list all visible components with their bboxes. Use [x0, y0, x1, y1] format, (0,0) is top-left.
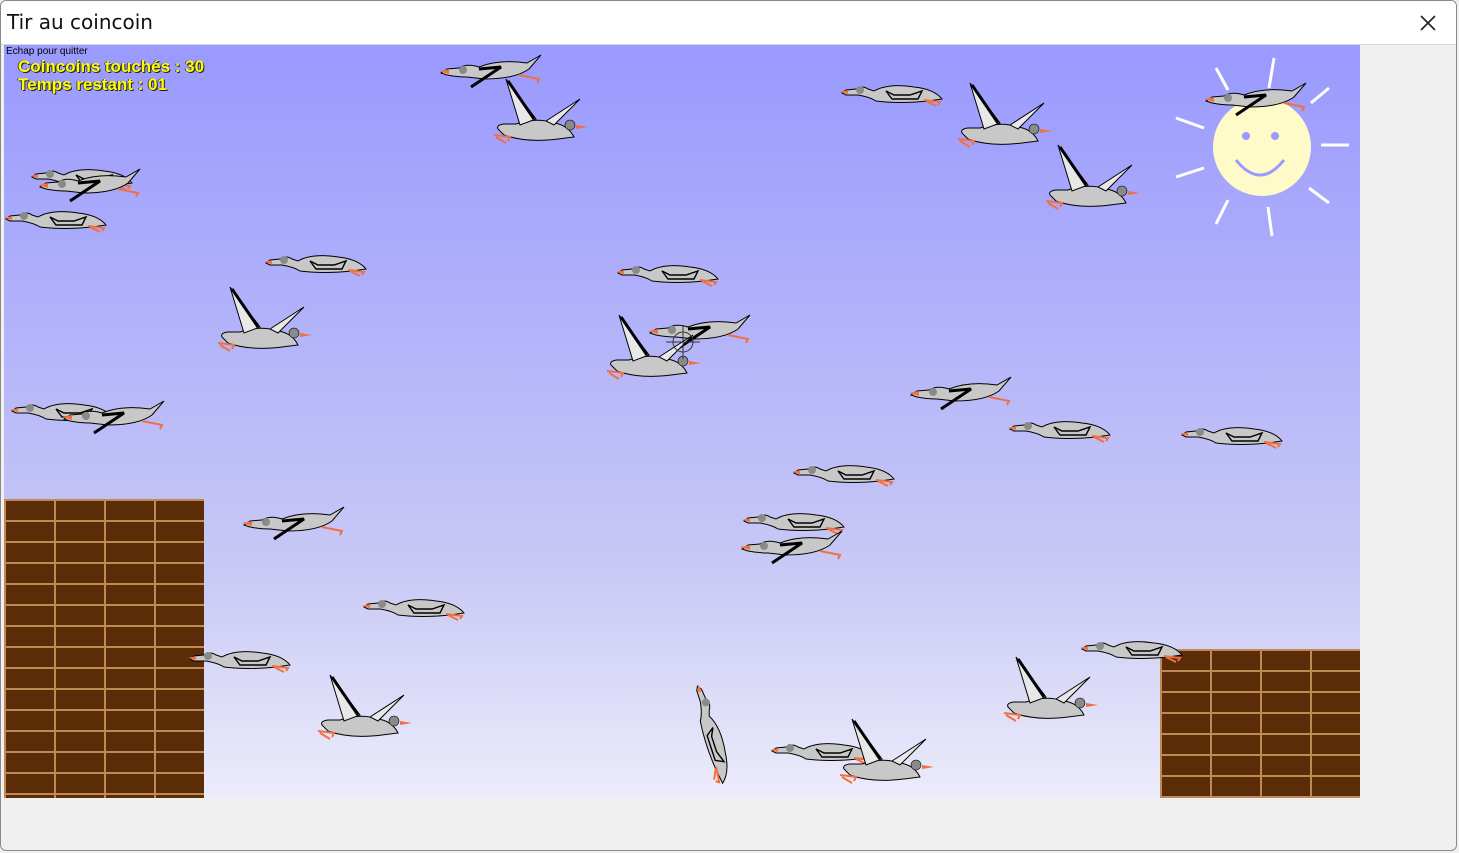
duck[interactable]	[1028, 143, 1140, 223]
duck[interactable]	[840, 71, 952, 111]
duck[interactable]	[62, 395, 174, 435]
duck[interactable]	[1008, 407, 1120, 447]
duck[interactable]	[362, 585, 474, 625]
duck[interactable]	[1204, 77, 1316, 117]
crosshair-icon	[666, 325, 700, 359]
title-bar: Tir au coincoin	[1, 1, 1456, 45]
time-remaining: Temps restant : 01	[18, 75, 167, 94]
duck[interactable]	[909, 371, 1021, 411]
duck[interactable]	[822, 717, 934, 797]
score-counter: Coincoins touchés : 30	[18, 57, 205, 76]
game-canvas[interactable]: Echap pour quitter Coincoins touchés : 3…	[4, 45, 1360, 798]
duck[interactable]	[986, 655, 1098, 735]
duck[interactable]	[242, 501, 354, 541]
duck[interactable]	[1180, 413, 1292, 453]
window-title: Tir au coincoin	[7, 10, 153, 34]
duck[interactable]	[264, 241, 376, 281]
quit-hint: Echap pour quitter	[6, 46, 88, 57]
duck[interactable]	[200, 285, 312, 365]
close-icon	[1420, 14, 1436, 31]
duck[interactable]	[4, 197, 116, 237]
duck[interactable]	[616, 251, 728, 291]
falling-duck[interactable]	[680, 678, 753, 797]
close-button[interactable]	[1400, 1, 1456, 44]
duck[interactable]	[188, 637, 300, 677]
duck[interactable]	[300, 673, 412, 753]
duck[interactable]	[740, 525, 852, 565]
duck[interactable]	[476, 77, 588, 157]
brick-wall-left	[4, 499, 204, 798]
duck[interactable]	[792, 451, 904, 491]
brick-wall-right	[1160, 649, 1360, 798]
game-window: Tir au coincoin Echap pour quitter Coinc…	[0, 0, 1457, 851]
